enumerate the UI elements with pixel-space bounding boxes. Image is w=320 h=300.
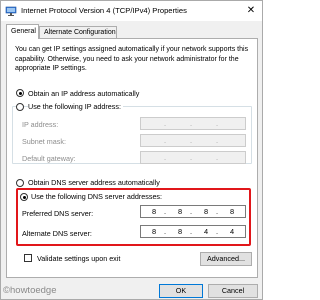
cancel-button[interactable]: Cancel: [208, 284, 258, 298]
tab-general[interactable]: General: [6, 24, 39, 39]
subnet-mask-field: . . .: [140, 134, 246, 147]
validate-checkbox[interactable]: [24, 254, 32, 262]
tab-alternate-configuration[interactable]: Alternate Configuration: [39, 26, 117, 38]
default-gateway-field: . . .: [140, 151, 246, 164]
properties-dialog: Internet Protocol Version 4 (TCP/IPv4) P…: [0, 0, 263, 300]
network-adapter-icon: [5, 6, 17, 16]
alternate-dns-octet-2[interactable]: 8: [171, 227, 189, 237]
preferred-dns-octet-4[interactable]: 8: [223, 207, 241, 217]
alternate-dns-octet-3[interactable]: 4: [197, 227, 215, 237]
watermark-text: ©howtoedge: [3, 285, 57, 296]
dns-auto-label[interactable]: Obtain DNS server address automatically: [28, 178, 160, 187]
advanced-button[interactable]: Advanced...: [200, 252, 252, 266]
preferred-dns-octet-2[interactable]: 8: [171, 207, 189, 217]
alternate-dns-octet-1[interactable]: 8: [145, 227, 163, 237]
close-icon[interactable]: ✕: [244, 4, 258, 18]
preferred-dns-octet-1[interactable]: 8: [145, 207, 163, 217]
dns-manual-radio[interactable]: [20, 193, 28, 201]
default-gateway-label: Default gateway:: [22, 154, 76, 163]
alternate-dns-field[interactable]: 8 . 8 . 4 . 4: [140, 225, 246, 238]
preferred-dns-label: Preferred DNS server:: [22, 209, 94, 218]
title-bar[interactable]: Internet Protocol Version 4 (TCP/IPv4) P…: [1, 1, 262, 21]
subnet-mask-label: Subnet mask:: [22, 137, 66, 146]
preferred-dns-field[interactable]: 8 . 8 . 8 . 8: [140, 205, 246, 218]
dns-auto-radio[interactable]: [16, 179, 24, 187]
alternate-dns-label: Alternate DNS server:: [22, 229, 92, 238]
ip-auto-radio[interactable]: [16, 89, 24, 97]
ip-address-field: . . .: [140, 117, 246, 130]
ip-manual-radio[interactable]: [16, 103, 24, 111]
window-title: Internet Protocol Version 4 (TCP/IPv4) P…: [21, 6, 187, 15]
ip-manual-label[interactable]: Use the following IP address:: [28, 102, 123, 111]
ip-address-label: IP address:: [22, 120, 59, 129]
description-text: You can get IP settings assigned automat…: [15, 46, 249, 72]
alternate-dns-octet-4[interactable]: 4: [223, 227, 241, 237]
general-panel: You can get IP settings assigned automat…: [6, 38, 258, 278]
validate-label[interactable]: Validate settings upon exit: [37, 254, 120, 263]
ip-auto-label[interactable]: Obtain an IP address automatically: [28, 89, 139, 98]
preferred-dns-octet-3[interactable]: 8: [197, 207, 215, 217]
ok-button[interactable]: OK: [159, 284, 203, 298]
dns-manual-label[interactable]: Use the following DNS server addresses:: [31, 192, 162, 201]
